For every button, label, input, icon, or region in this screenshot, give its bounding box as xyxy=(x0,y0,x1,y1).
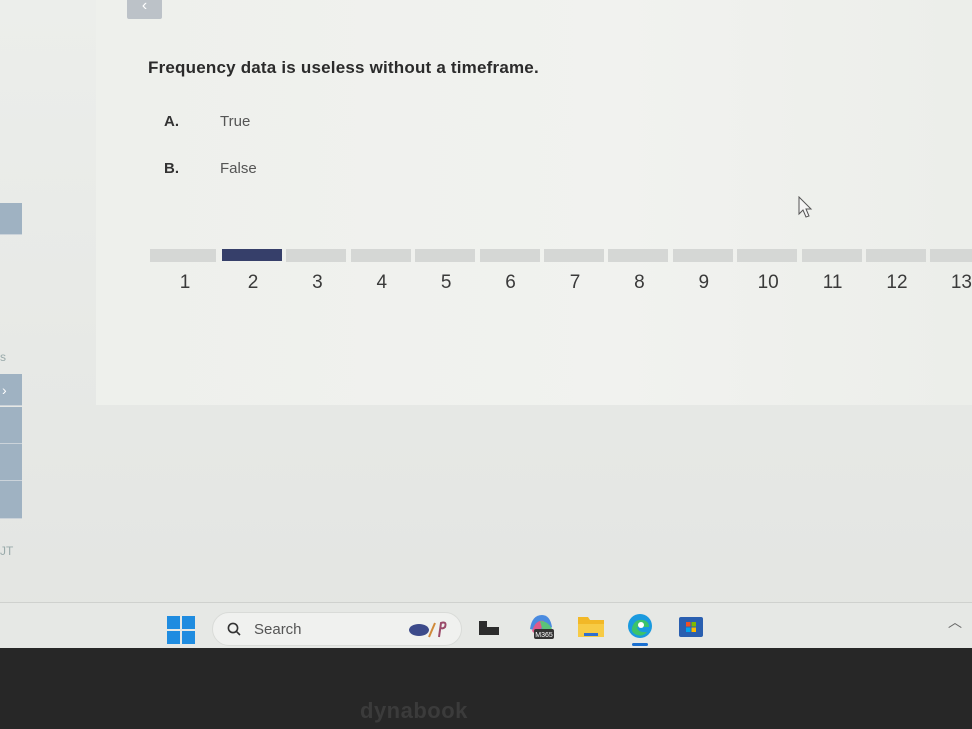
sidebar-label: s xyxy=(0,350,6,364)
question-number-8[interactable]: 8 xyxy=(619,272,659,294)
search-highlight-icon xyxy=(409,621,447,638)
chevron-up-icon[interactable]: ︿ xyxy=(948,612,962,632)
question-progress-bar xyxy=(150,249,972,263)
screen: s › JT ‹ Frequency data is useless witho… xyxy=(0,0,972,645)
question-number-3[interactable]: 3 xyxy=(297,272,337,294)
active-app-indicator xyxy=(632,643,648,646)
progress-segment xyxy=(608,249,669,262)
mouse-pointer-icon xyxy=(798,196,813,218)
edge-browser-app-icon[interactable] xyxy=(625,611,655,646)
back-button[interactable]: ‹ xyxy=(127,0,162,19)
sidebar-expand-button[interactable]: › xyxy=(0,374,22,406)
windows-logo-pane xyxy=(182,616,195,629)
question-navigator: 1 2 3 4 5 6 7 8 9 10 11 12 13 xyxy=(150,272,972,298)
windows-logo-pane xyxy=(167,631,180,644)
laptop-bezel: dynabook xyxy=(0,648,972,729)
progress-segment xyxy=(479,249,540,262)
progress-segment xyxy=(150,249,216,262)
question-number-4[interactable]: 4 xyxy=(362,272,402,294)
sidebar-tab[interactable] xyxy=(0,203,22,235)
left-sidebar: s › JT xyxy=(0,0,25,600)
chevron-right-icon: › xyxy=(2,382,7,398)
chevron-left-icon: ‹ xyxy=(141,0,148,14)
progress-segment xyxy=(930,249,972,262)
progress-segment xyxy=(801,249,862,262)
progress-segment xyxy=(222,249,282,261)
sidebar-tab[interactable] xyxy=(0,407,22,444)
progress-segment xyxy=(350,249,411,262)
m365-label: M365 xyxy=(535,632,553,639)
progress-segment xyxy=(415,249,476,262)
sidebar-tab[interactable] xyxy=(0,481,22,519)
sidebar-label: JT xyxy=(0,544,14,558)
progress-segment xyxy=(737,249,798,262)
sidebar-tab[interactable] xyxy=(0,444,22,481)
option-a[interactable]: A. True xyxy=(164,109,250,133)
microsoft-365-app-icon[interactable]: M365 xyxy=(526,611,556,641)
question-number-2[interactable]: 2 xyxy=(233,272,273,294)
option-letter: A. xyxy=(164,112,179,130)
option-b[interactable]: B. False xyxy=(164,156,257,180)
windows-logo-pane xyxy=(182,631,195,644)
task-view-app-icon[interactable] xyxy=(475,611,505,641)
progress-segment xyxy=(544,249,604,262)
question-number-7[interactable]: 7 xyxy=(555,272,595,294)
microsoft-store-app-icon[interactable] xyxy=(676,611,706,641)
option-text: True xyxy=(220,112,251,130)
question-number-6[interactable]: 6 xyxy=(491,272,531,294)
brand-logo: dynabook xyxy=(360,698,468,723)
question-number-1[interactable]: 1 xyxy=(165,272,205,294)
question-text: Frequency data is useless without a time… xyxy=(148,58,539,77)
progress-segment xyxy=(672,249,733,262)
file-explorer-app-icon[interactable] xyxy=(576,611,606,641)
question-number-12[interactable]: 12 xyxy=(877,272,917,294)
search-icon xyxy=(227,622,241,636)
question-number-13[interactable]: 13 xyxy=(941,272,972,294)
search-placeholder: Search xyxy=(254,621,302,638)
option-letter: B. xyxy=(164,159,179,177)
question-number-11[interactable]: 11 xyxy=(813,272,853,294)
windows-logo-icon xyxy=(167,616,180,629)
progress-segment xyxy=(866,249,926,262)
question-number-9[interactable]: 9 xyxy=(684,272,724,294)
question-number-5[interactable]: 5 xyxy=(426,272,466,294)
question-number-10[interactable]: 10 xyxy=(748,272,788,294)
progress-segment xyxy=(286,249,347,262)
taskbar-search-box[interactable]: Search xyxy=(212,612,462,646)
option-text: False xyxy=(220,159,257,177)
start-button[interactable] xyxy=(167,616,195,644)
